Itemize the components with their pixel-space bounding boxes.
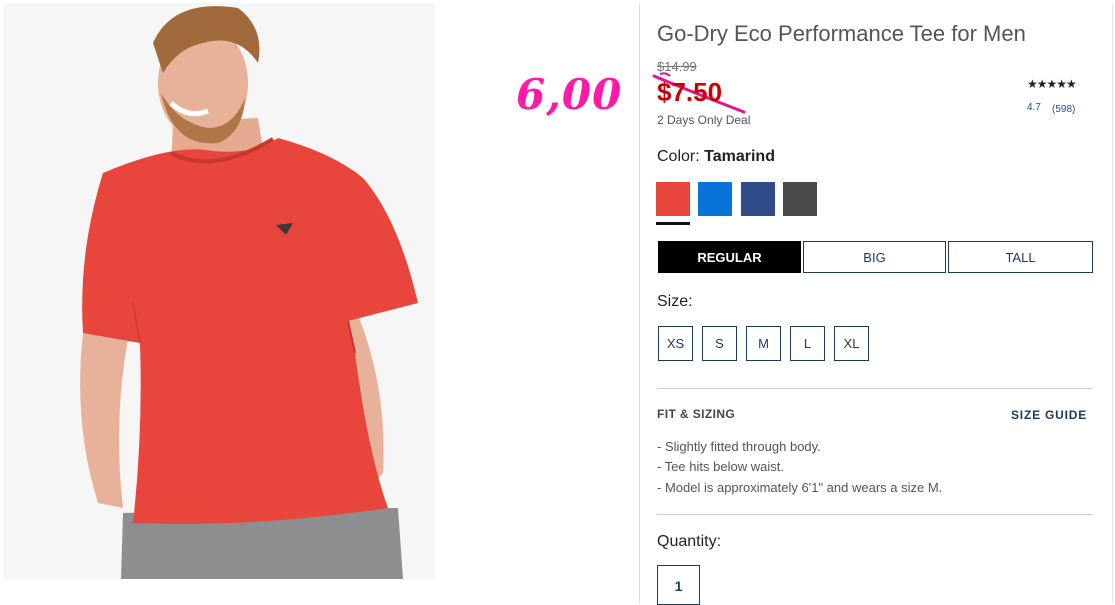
size-guide-link[interactable]: SIZE GUIDE	[1011, 408, 1087, 422]
fit-regular-button[interactable]: REGULAR	[658, 241, 801, 273]
selected-color-name: Tamarind	[704, 148, 775, 165]
deal-note: 2 Days Only Deal	[657, 113, 751, 127]
color-swatch-navy[interactable]	[741, 182, 775, 216]
size-s-button[interactable]: S	[702, 326, 737, 361]
fit-tall-button[interactable]: TALL	[948, 241, 1093, 273]
color-swatch-blue[interactable]	[698, 182, 732, 216]
color-swatch-charcoal[interactable]	[783, 182, 817, 216]
section-divider	[657, 514, 1093, 515]
handwritten-price-annotation: 6,00	[516, 70, 623, 119]
size-l-button[interactable]: L	[790, 326, 825, 361]
size-xs-button[interactable]: XS	[658, 326, 693, 361]
rating-value[interactable]: 4.7	[1027, 102, 1041, 113]
fit-bullet: - Slightly fitted through body.	[657, 439, 821, 454]
original-price: $14.99	[657, 59, 697, 74]
color-label-text: Color:	[657, 148, 700, 165]
quantity-label: Quantity:	[657, 533, 722, 550]
color-label: Color: Tamarind	[657, 148, 775, 166]
sale-price: $7.50	[657, 77, 723, 107]
size-xl-button[interactable]: XL	[834, 326, 869, 361]
size-m-button[interactable]: M	[746, 326, 781, 361]
color-swatch-tamarind[interactable]	[656, 182, 690, 216]
product-info-panel: Go-Dry Eco Performance Tee for Men $14.9…	[639, 3, 1113, 605]
selected-swatch-indicator	[656, 222, 690, 225]
size-label: Size:	[657, 293, 693, 310]
review-count[interactable]: (598)	[1052, 104, 1075, 115]
section-divider	[657, 388, 1093, 389]
product-photo	[3, 3, 435, 579]
product-title: Go-Dry Eco Performance Tee for Men	[657, 21, 1026, 46]
star-rating-icon[interactable]: ★★★★★	[1027, 77, 1077, 91]
fit-sizing-heading[interactable]: FIT & SIZING	[657, 407, 735, 421]
fit-bullet: - Tee hits below waist.	[657, 459, 784, 474]
fit-bullet: - Model is approximately 6'1" and wears …	[657, 480, 943, 495]
quantity-select[interactable]: 1	[657, 565, 700, 605]
fit-big-button[interactable]: BIG	[803, 241, 946, 273]
